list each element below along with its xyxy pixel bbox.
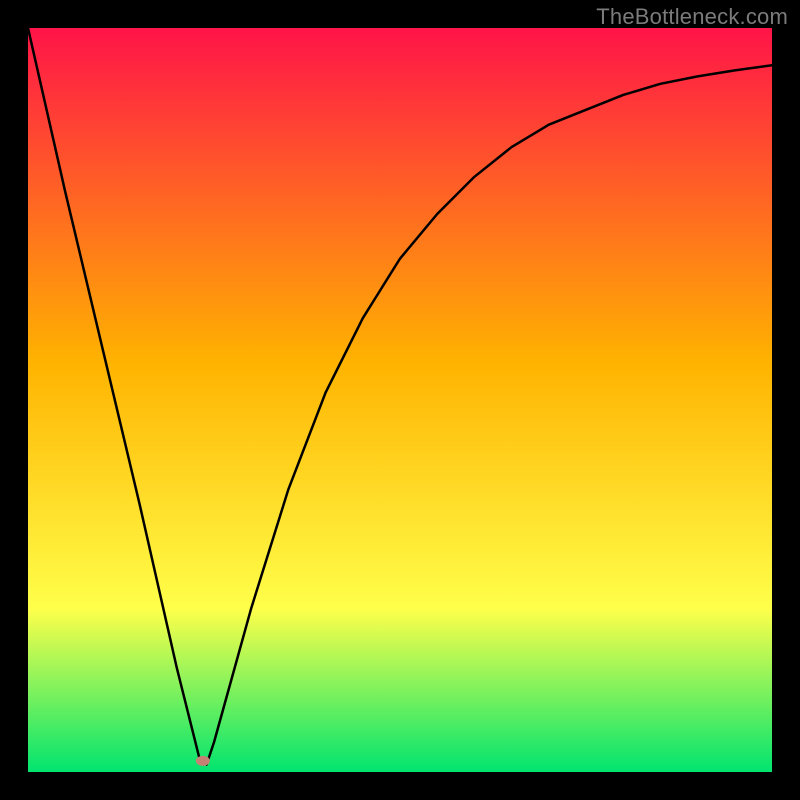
watermark-text: TheBottleneck.com [596,4,788,30]
plot-area [28,28,772,772]
chart-container: TheBottleneck.com [0,0,800,800]
chart-svg [28,28,772,772]
optimal-marker [196,756,210,766]
gradient-background [28,28,772,772]
